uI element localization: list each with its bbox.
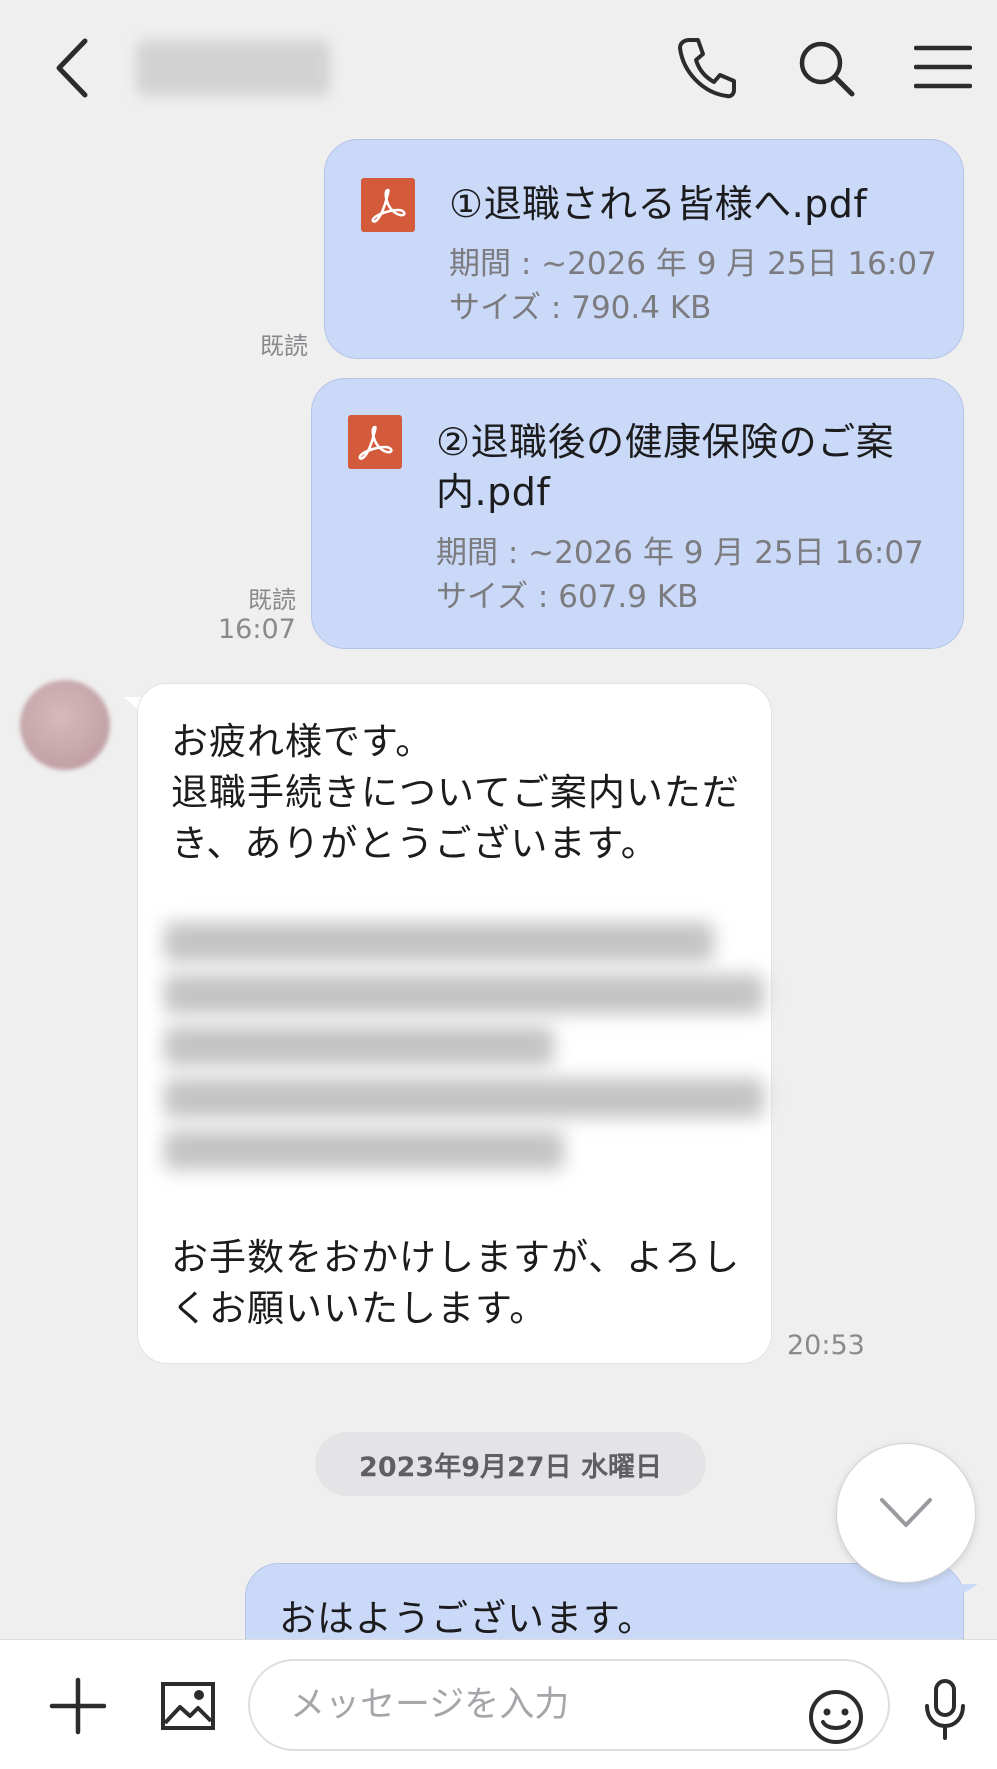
file-name: ②退職後の健康保険のご案内.pdf xyxy=(436,420,895,514)
message-input-wrapper xyxy=(248,1659,890,1751)
pdf-icon xyxy=(361,178,415,232)
message-text: お手数をおかけしますが、よろしくお願いいたします。 xyxy=(171,1236,741,1330)
microphone-button[interactable] xyxy=(910,1670,980,1750)
message-time: 16:07 xyxy=(218,614,296,645)
redacted-text xyxy=(164,1130,564,1170)
message-text: お疲れ様です。 退職手続きについてご案内いただき、ありがとうございます。 xyxy=(171,720,740,865)
redacted-text xyxy=(164,974,764,1014)
file-period: 期間 : ~2026 年 9 月 25日 16:07 xyxy=(436,535,924,571)
chat-header xyxy=(0,0,997,130)
add-button[interactable] xyxy=(40,1668,116,1744)
back-button[interactable] xyxy=(40,30,102,106)
file-name: ①退職される皆様へ.pdf xyxy=(449,182,868,226)
message-text: おはようございます。 xyxy=(279,1597,656,1640)
scroll-to-bottom-button[interactable] xyxy=(836,1443,976,1583)
file-meta: 期間 : ~2026 年 9 月 25日 16:07 サイズ : 607.9 K… xyxy=(436,531,946,619)
bubble-tail xyxy=(956,1584,978,1598)
file-message[interactable]: ②退職後の健康保険のご案内.pdf 期間 : ~2026 年 9 月 25日 1… xyxy=(311,378,964,649)
microphone-icon xyxy=(925,1679,965,1740)
redacted-text xyxy=(164,1078,764,1118)
file-meta: 期間 : ~2026 年 9 月 25日 16:07 サイズ : 790.4 K… xyxy=(449,242,949,330)
image-button[interactable] xyxy=(150,1668,226,1744)
file-message[interactable]: ①退職される皆様へ.pdf 期間 : ~2026 年 9 月 25日 16:07… xyxy=(324,139,964,359)
chevron-down-icon xyxy=(880,1498,932,1527)
read-receipt: 既読 xyxy=(260,332,308,360)
file-size: サイズ : 790.4 KB xyxy=(449,290,712,326)
search-icon xyxy=(799,41,855,97)
menu-button[interactable] xyxy=(910,36,976,98)
redacted-text xyxy=(164,1026,554,1066)
search-button[interactable] xyxy=(790,32,862,104)
chevron-left-icon xyxy=(56,38,88,98)
read-receipt: 既読 xyxy=(248,586,296,614)
image-icon xyxy=(161,1682,215,1730)
chat-room-name xyxy=(136,40,330,96)
avatar[interactable] xyxy=(20,680,110,770)
file-size: サイズ : 607.9 KB xyxy=(436,579,699,615)
smiley-icon xyxy=(809,1690,863,1744)
message-time: 20:53 xyxy=(787,1330,865,1361)
chat-screen: 既読 ①退職される皆様へ.pdf 期間 : ~2026 年 9 月 25日 16… xyxy=(0,0,997,1769)
plus-icon xyxy=(49,1677,107,1735)
composer-bar xyxy=(0,1639,997,1769)
call-button[interactable] xyxy=(670,32,744,104)
redacted-text xyxy=(164,922,714,962)
emoji-button[interactable] xyxy=(800,1681,872,1753)
received-message[interactable]: お疲れ様です。 退職手続きについてご案内いただき、ありがとうございます。 お手数… xyxy=(137,683,772,1364)
hamburger-menu-icon xyxy=(914,45,972,89)
message-input[interactable] xyxy=(290,1661,790,1749)
file-period: 期間 : ~2026 年 9 月 25日 16:07 xyxy=(449,246,937,282)
phone-icon xyxy=(678,38,736,99)
pdf-icon xyxy=(348,415,402,469)
date-divider: 2023年9月27日 水曜日 xyxy=(315,1432,706,1496)
